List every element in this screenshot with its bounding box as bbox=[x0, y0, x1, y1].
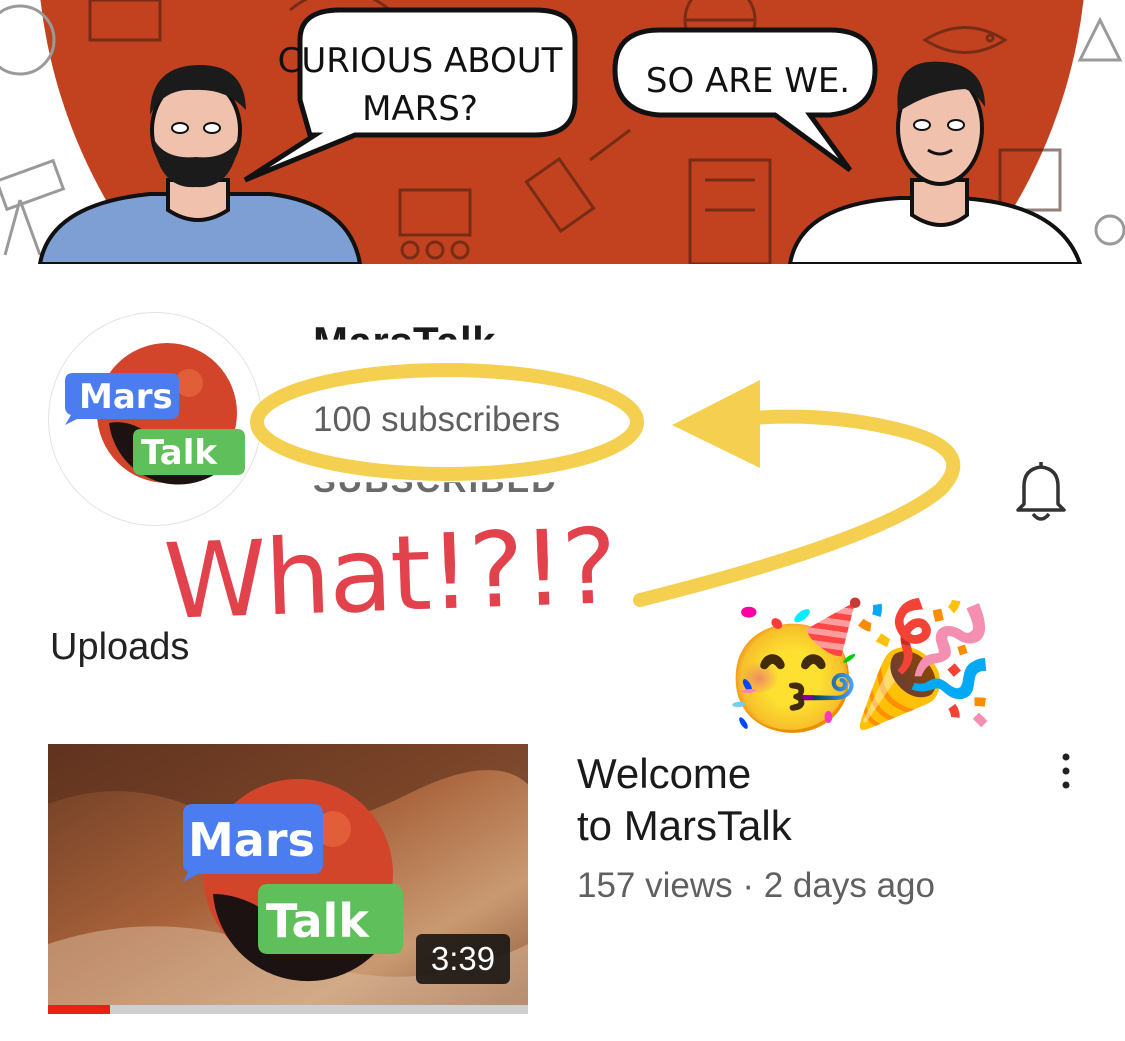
subscriber-count: 100 subscribers bbox=[313, 400, 561, 439]
thumb-logo-word-mars: Mars bbox=[188, 813, 315, 867]
watch-progress-fill bbox=[48, 1005, 111, 1014]
highlight-arrow-head bbox=[672, 380, 760, 468]
channel-name: MarsTalk bbox=[313, 318, 496, 365]
video-meta: 157 views · 2 days ago bbox=[577, 866, 935, 905]
thumb-logo-word-talk: Talk bbox=[266, 894, 370, 948]
banner-illustration: CURIOUS ABOUT MARS? SO ARE WE. bbox=[0, 0, 1125, 264]
logo-word-mars: Mars bbox=[79, 377, 173, 417]
video-duration-badge: 3:39 bbox=[416, 934, 510, 984]
marstalk-logo: Mars Talk bbox=[65, 343, 245, 485]
logo-word-talk: Talk bbox=[141, 433, 218, 473]
bell-icon[interactable] bbox=[1012, 458, 1070, 524]
watch-progress-bar bbox=[48, 1005, 528, 1014]
bubble-right-text: SO ARE WE. bbox=[646, 61, 850, 101]
bubble-left-line2: MARS? bbox=[362, 89, 478, 129]
video-title[interactable]: Welcome to MarsTalk bbox=[577, 748, 957, 852]
channel-avatar[interactable]: Mars Talk bbox=[48, 312, 262, 526]
video-title-line1: Welcome bbox=[577, 750, 752, 797]
partying-face-emoji: 🥳 bbox=[718, 599, 868, 733]
party-popper-emoji: 🎉 bbox=[848, 597, 998, 731]
more-vertical-icon[interactable] bbox=[1048, 752, 1084, 792]
video-title-line2: to MarsTalk bbox=[577, 802, 792, 849]
bubble-left-line1: CURIOUS ABOUT bbox=[278, 41, 563, 81]
highlight-arrow-line bbox=[633, 409, 961, 607]
subscribed-button[interactable]: SUBSCRIBED bbox=[313, 482, 558, 501]
annotation-text: What!?!? bbox=[162, 505, 618, 643]
channel-banner: CURIOUS ABOUT MARS? SO ARE WE. bbox=[0, 0, 1125, 264]
